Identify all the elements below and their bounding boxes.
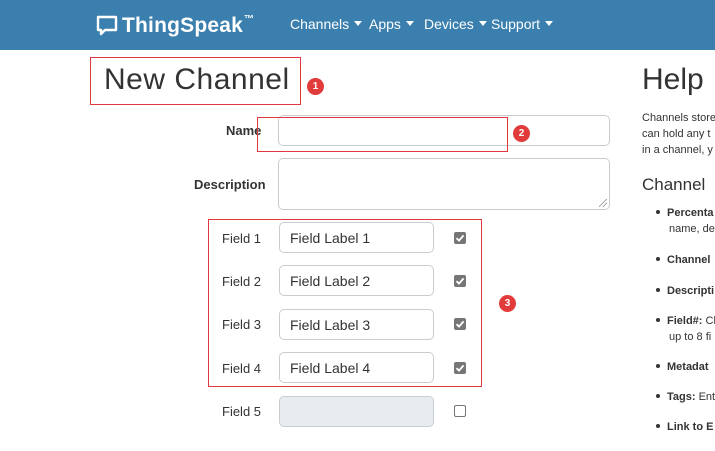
field-3-input[interactable]: Field Label 3: [279, 309, 434, 340]
description-label: Description: [194, 177, 266, 192]
nav-channels-label: Channels: [290, 16, 350, 32]
caret-down-icon: [545, 20, 554, 26]
help-item-field: Field#: Cl: [656, 315, 715, 327]
help-item-metadata: Metadat: [656, 361, 709, 373]
resize-handle-icon[interactable]: [599, 199, 607, 207]
caret-down-icon: [354, 20, 363, 26]
bullet-icon: [656, 318, 660, 322]
help-item-link: Link to E: [656, 421, 713, 433]
brand-name: ThingSpeak: [122, 14, 244, 37]
help-item-description: Descripti: [656, 285, 714, 297]
checkmark-icon: [455, 234, 465, 242]
description-textarea[interactable]: [278, 158, 610, 210]
help-subtitle: Channel: [642, 175, 706, 194]
field-3-label: Field 3: [222, 317, 262, 332]
field-5-checkbox[interactable]: [454, 405, 466, 417]
nav-support[interactable]: Support: [491, 16, 554, 32]
nav-devices-label: Devices: [424, 16, 474, 32]
field-3-checkbox[interactable]: [454, 318, 466, 330]
annotation-badge-1: 1: [307, 78, 324, 95]
field-2-label: Field 2: [222, 274, 262, 289]
bullet-icon: [656, 394, 660, 398]
field-5-input[interactable]: [279, 396, 434, 427]
annotation-box-1: [90, 57, 301, 105]
checkmark-icon: [455, 277, 465, 285]
help-text-line-1: Channels store: [642, 112, 715, 124]
caret-down-icon: [405, 20, 414, 26]
brand-trademark: ™: [244, 13, 255, 25]
nav-apps[interactable]: Apps: [369, 16, 414, 32]
field-4-label: Field 4: [222, 361, 262, 376]
annotation-box-2: [257, 117, 508, 152]
field-5-label: Field 5: [222, 404, 262, 419]
help-title: Help: [642, 63, 704, 96]
checkmark-icon: [455, 320, 465, 328]
field-4-input[interactable]: Field Label 4: [279, 352, 434, 383]
help-item-percentage-cont: name, de: [669, 223, 715, 235]
field-2-checkbox[interactable]: [454, 275, 466, 287]
field-1-checkbox[interactable]: [454, 232, 466, 244]
bullet-icon: [656, 364, 660, 368]
help-item-field-cont: up to 8 fi: [669, 331, 712, 343]
help-text-line-3: in a channel, y: [642, 144, 713, 156]
nav-support-label: Support: [491, 16, 541, 32]
nav-devices[interactable]: Devices: [424, 16, 487, 32]
checkmark-icon: [455, 364, 465, 372]
help-text-line-2: can hold any t: [642, 128, 711, 140]
nav-channels[interactable]: Channels: [290, 16, 363, 32]
caret-down-icon: [478, 20, 487, 26]
bullet-icon: [656, 210, 660, 214]
help-item-channel: Channel: [656, 254, 710, 266]
field-1-label: Field 1: [222, 231, 262, 246]
field-2-input[interactable]: Field Label 2: [279, 265, 434, 296]
annotation-badge-3: 3: [499, 295, 516, 312]
nav-apps-label: Apps: [369, 16, 401, 32]
bullet-icon: [656, 424, 660, 428]
annotation-badge-2: 2: [513, 125, 530, 142]
chat-bubble-icon: [96, 15, 118, 36]
help-item-percentage: Percenta: [656, 207, 713, 219]
field-1-input[interactable]: Field Label 1: [279, 222, 434, 253]
field-4-checkbox[interactable]: [454, 362, 466, 374]
help-item-tags: Tags: Ent: [656, 391, 715, 403]
top-navbar: ThingSpeak ™ Channels Apps Devices Suppo…: [0, 0, 715, 50]
bullet-icon: [656, 288, 660, 292]
bullet-icon: [656, 257, 660, 261]
brand-logo[interactable]: ThingSpeak ™: [96, 11, 254, 41]
